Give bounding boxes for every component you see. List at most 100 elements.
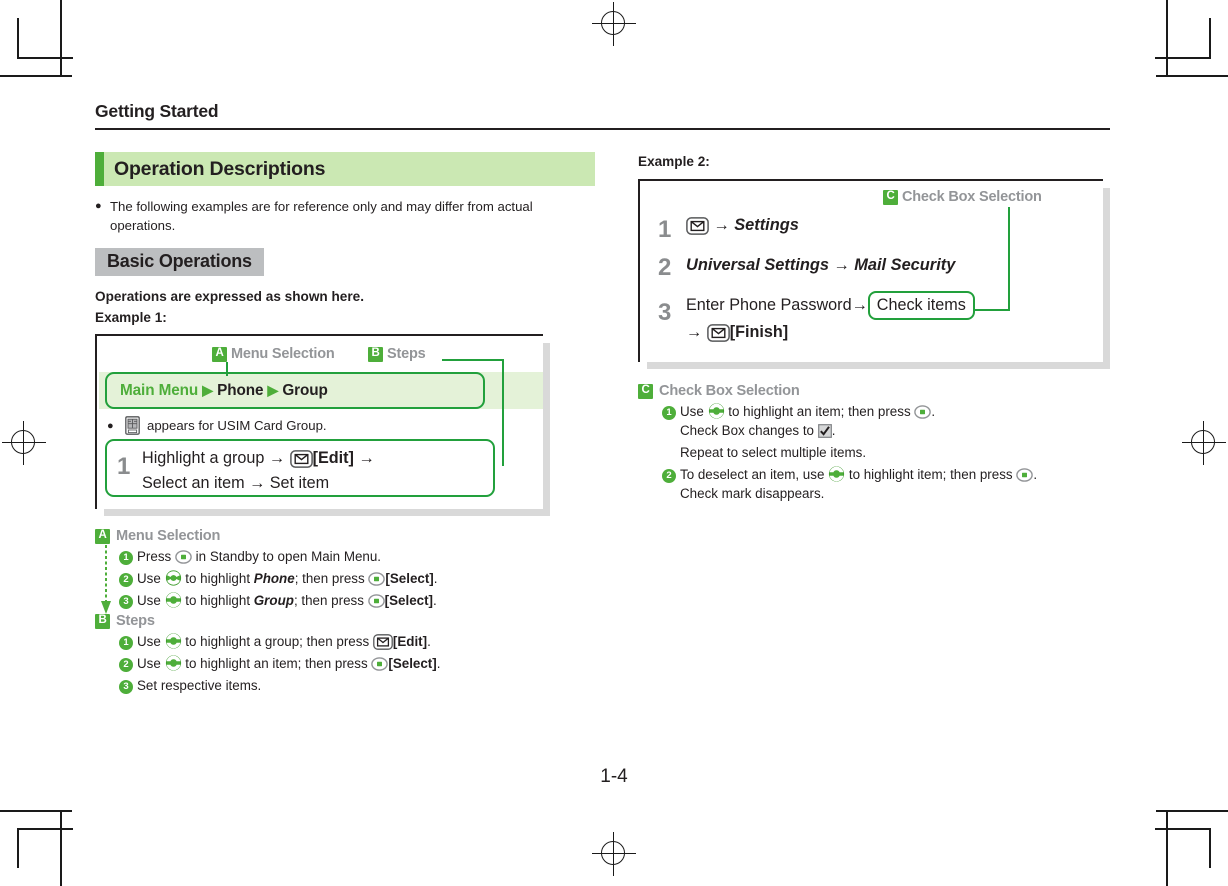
- step-arrow-icon: →: [713, 216, 730, 234]
- text-pre: Press: [137, 549, 175, 564]
- list-number-badge: 1: [119, 635, 133, 650]
- list-item: 1 Use to highlight an item; then press .…: [662, 402, 1138, 462]
- text-mid: to highlight a group; then press: [181, 634, 373, 649]
- center-key-icon: [1016, 468, 1034, 482]
- lead-line: Operations are expressed as shown here.: [95, 289, 364, 304]
- registration-target-left: [2, 421, 46, 465]
- callout-c-label: Check Box Selection: [902, 189, 1042, 205]
- flow-arrow-a-to-b: [101, 545, 111, 617]
- text-bold-tail: [Edit]: [392, 634, 428, 649]
- example-1-label: Example 1:: [95, 310, 167, 325]
- note-bullet-dot-icon: ●: [107, 419, 114, 432]
- step-3-line2-b: [Finish]: [729, 323, 789, 341]
- text-pre: Use: [137, 593, 165, 608]
- text-post: in Standby to open Main Menu.: [191, 549, 382, 564]
- center-key-icon: [175, 550, 192, 564]
- text-pre: Use: [137, 656, 165, 671]
- list-item-text: Use to highlight an item; then press . C…: [680, 402, 935, 462]
- text-mid: to highlight item; then press: [845, 467, 1017, 482]
- mail-key-icon: [706, 324, 730, 342]
- list-number-badge: 2: [662, 468, 676, 483]
- text-post: .: [1033, 467, 1038, 482]
- step-1-arrow-2-icon: →: [358, 449, 375, 467]
- right-column: Example 2: C Check Box Selection 1 → Set…: [638, 152, 1138, 503]
- diagram-note-text: appears for USIM Card Group.: [147, 418, 327, 433]
- nav-separator-1-icon: ▶: [202, 381, 213, 398]
- four-way-key-icon: [165, 570, 182, 586]
- page-title: Getting Started: [95, 101, 219, 121]
- section-accent-tab: [95, 152, 104, 186]
- explanation-a-title: Menu Selection: [116, 528, 221, 544]
- up-down-key-icon: [708, 403, 725, 419]
- list-item: 3 Use to highlight Group; then press [Se…: [119, 591, 595, 610]
- callout-c: C Check Box Selection: [883, 189, 1042, 205]
- step-arrow-icon: →: [833, 256, 850, 274]
- step-3-arrow-icon: →: [851, 296, 868, 314]
- badge-a-explanation: A: [95, 528, 110, 544]
- step-text: → Settings: [686, 213, 799, 238]
- step-1-line1-a: Highlight a group: [142, 449, 265, 467]
- text-mid: to highlight an item; then press: [181, 656, 372, 671]
- step-1-arrow-icon: →: [268, 449, 286, 467]
- connector-b-horizontal: [442, 359, 504, 362]
- list-item: 2 To deselect an item, use to highlight …: [662, 465, 1138, 503]
- nav-root: Main Menu: [120, 381, 199, 399]
- step-1-box: 1 Highlight a group → [Edit] → Select an…: [105, 439, 495, 497]
- explanation-c: C Check Box Selection 1 Use to highlight…: [638, 383, 1138, 503]
- note-bullet-row: ● The following examples are for referen…: [95, 197, 595, 235]
- connector-c-vertical: [1008, 207, 1011, 311]
- explanation-c-header: C Check Box Selection: [638, 383, 1138, 399]
- list-item: 3 Set respective items.: [119, 676, 595, 695]
- explanation-b-title: Steps: [116, 613, 155, 629]
- left-column: Operation Descriptions ● The following e…: [95, 152, 595, 695]
- example-2-diagram: C Check Box Selection 1 → Settings 2 Uni…: [638, 179, 1110, 369]
- mail-key-icon: [373, 634, 393, 650]
- text-bold-tail: [Select]: [385, 571, 434, 586]
- step-3-line2-arrow-icon: →: [686, 323, 703, 341]
- list-item-text: Use to highlight a group; then press [Ed…: [137, 632, 431, 651]
- registration-target-top: [592, 2, 636, 46]
- text-pre: Use: [680, 404, 708, 419]
- text-mid: to highlight: [181, 571, 254, 586]
- up-down-key-icon: [165, 655, 182, 671]
- step-target-b: Mail Security: [854, 256, 956, 274]
- explanation-group: A Menu Selection 1 Press in Standby to o…: [95, 528, 595, 695]
- mail-key-icon: [289, 450, 313, 468]
- list-number-badge: 3: [119, 679, 133, 694]
- document-page: Getting Started Operation Descriptions ●…: [0, 0, 1228, 886]
- center-key-icon: [368, 572, 386, 586]
- explanation-a-header: A Menu Selection: [95, 528, 595, 544]
- callout-b: B Steps: [368, 346, 426, 362]
- text-mid: to highlight an item; then press: [724, 404, 915, 419]
- header-rule: [95, 128, 1110, 131]
- list-item-text: Use to highlight an item; then press [Se…: [137, 654, 440, 673]
- step-target: Settings: [734, 216, 799, 234]
- example-2-label: Example 2:: [638, 154, 710, 169]
- usim-card-icon: [125, 416, 140, 435]
- nav-path-box: Main Menu ▶ Phone ▶ Group: [105, 372, 485, 409]
- text-pre: Use: [137, 634, 165, 649]
- explanation-c-list: 1 Use to highlight an item; then press .…: [662, 402, 1138, 503]
- text-post: .: [931, 404, 936, 419]
- center-key-icon: [371, 657, 389, 671]
- list-item: 1 Use to highlight a group; then press […: [119, 632, 595, 651]
- step-1-number: 1: [117, 453, 131, 480]
- list-item-text: Set respective items.: [137, 678, 262, 693]
- step-1-line1-b: [Edit]: [312, 449, 354, 467]
- step-number: 2: [658, 254, 672, 281]
- example-2-step-1: 1 → Settings: [658, 213, 799, 242]
- nav-separator-2-icon: ▶: [267, 381, 279, 398]
- sub-line: Check mark disappears.: [680, 486, 825, 501]
- text-post: .: [427, 634, 431, 649]
- step-1-text: Highlight a group → [Edit] → Select an i…: [142, 446, 375, 496]
- checkbox-checked-icon: [817, 424, 832, 438]
- bullet-dot-icon: ●: [95, 200, 102, 212]
- list-item-text: Use to highlight Group; then press [Sele…: [137, 591, 437, 610]
- example-1-diagram: A Menu Selection B Steps Main Menu ▶ Pho…: [95, 334, 550, 516]
- step-1-line2: Select an item → Set item: [142, 474, 330, 492]
- explanation-b-header: B Steps: [95, 613, 595, 629]
- mail-key-icon: [686, 217, 709, 235]
- text-bold-tail: [Select]: [384, 593, 434, 608]
- text-pre: To deselect an item, use: [680, 467, 829, 482]
- sub-line-pre: Check Box changes to: [680, 423, 818, 438]
